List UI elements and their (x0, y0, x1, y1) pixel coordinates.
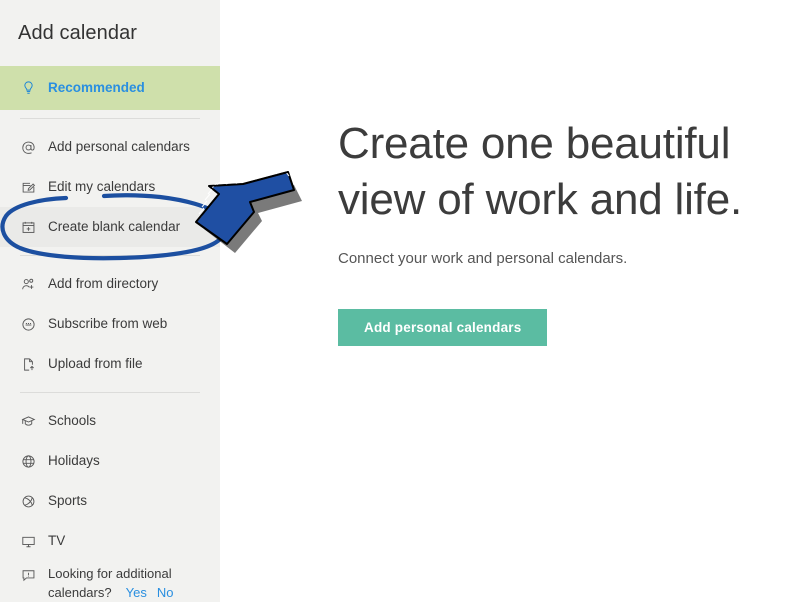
sidebar-divider-1 (20, 118, 200, 119)
add-personal-calendars-button[interactable]: Add personal calendars (338, 309, 548, 346)
sidebar-item-edit-my-calendars[interactable]: Edit my calendars (0, 167, 220, 207)
sidebar-item-label: Holidays (48, 452, 100, 468)
at-sign-icon (18, 137, 38, 157)
main-content: Create one beautiful view of work and li… (220, 0, 800, 602)
hero-subtitle: Connect your work and personal calendars… (338, 250, 628, 267)
feedback-text-line2: calendars? (48, 585, 112, 600)
hero-heading-line2: view of work and life. (338, 175, 742, 224)
people-add-icon (18, 274, 38, 294)
feedback-no-link[interactable]: No (157, 585, 174, 600)
feedback-yes-link[interactable]: Yes (126, 585, 147, 600)
sidebar-item-create-blank-calendar[interactable]: Create blank calendar (0, 207, 220, 247)
sidebar-item-label: Schools (48, 412, 97, 428)
sidebar-item-label: Add from directory (48, 275, 159, 291)
feedback-text-line1: Looking for additional (48, 566, 172, 581)
hero-heading-line1: Create one beautiful (338, 119, 731, 168)
sidebar-item-recommended[interactable]: Recommended (0, 66, 220, 110)
hero-heading: Create one beautiful view of work and li… (338, 116, 768, 228)
sidebar-item-holidays[interactable]: Holidays (0, 441, 220, 481)
sidebar-item-label: Edit my calendars (48, 178, 156, 194)
sidebar-item-label: Subscribe from web (48, 315, 168, 331)
sidebar-item-tv[interactable]: TV (0, 521, 220, 561)
monitor-icon (18, 531, 38, 551)
graduation-cap-icon (18, 411, 38, 431)
subscribe-circle-icon (18, 314, 38, 334)
sidebar-item-label: Create blank calendar (48, 218, 181, 234)
feedback-text: Looking for additional calendars? Yes No (48, 564, 173, 602)
sidebar-item-add-personal-calendars[interactable]: Add personal calendars (0, 127, 220, 167)
sidebar-item-label: Sports (48, 492, 88, 508)
calendar-plus-icon (18, 217, 38, 237)
sports-ball-icon (18, 491, 38, 511)
sidebar-divider-2 (20, 255, 200, 256)
sidebar-item-subscribe-from-web[interactable]: Subscribe from web (0, 304, 220, 344)
sidebar-item-upload-from-file[interactable]: Upload from file (0, 344, 220, 384)
edit-note-icon (18, 177, 38, 197)
sidebar-item-label: Add personal calendars (48, 138, 190, 154)
feedback-icon (18, 565, 38, 585)
page-title: Add calendar (18, 21, 138, 44)
sidebar-header: Add calendar (0, 0, 220, 66)
sidebar-item-add-from-directory[interactable]: Add from directory (0, 264, 220, 304)
sidebar-item-schools[interactable]: Schools (0, 401, 220, 441)
lightbulb-icon (18, 78, 38, 98)
sidebar-divider-3 (20, 392, 200, 393)
sidebar-item-label: Recommended (48, 79, 145, 95)
sidebar: Add calendar Recommended Add personal ca… (0, 0, 220, 602)
additional-calendars-feedback: Looking for additional calendars? Yes No (0, 561, 220, 602)
sidebar-item-sports[interactable]: Sports (0, 481, 220, 521)
sidebar-item-label: TV (48, 532, 66, 548)
add-calendar-dialog: Add calendar Recommended Add personal ca… (0, 0, 800, 602)
file-upload-icon (18, 354, 38, 374)
sidebar-item-label: Upload from file (48, 355, 143, 371)
globe-icon (18, 451, 38, 471)
